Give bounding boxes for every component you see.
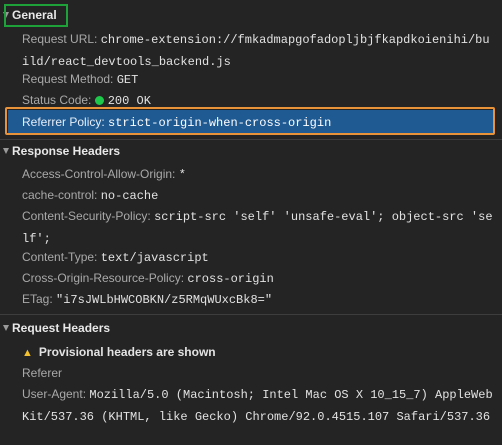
header-value[interactable]: "i7sJWLbHWCOBKN/z5RMqWUxcBk8=" <box>56 293 272 307</box>
header-key: Cross-Origin-Resource-Policy: <box>22 271 185 285</box>
response-headers-header[interactable]: Response Headers <box>3 142 120 160</box>
status-code-key: Status Code: <box>22 93 92 107</box>
header-row-etag: ETag: "i7sJWLbHWCOBKN/z5RMqWUxcBk8=" <box>22 289 496 311</box>
header-row-corp: Cross-Origin-Resource-Policy: cross-orig… <box>22 268 496 290</box>
header-key: Access-Control-Allow-Origin: <box>22 167 176 181</box>
header-key: Content-Security-Policy: <box>22 209 151 223</box>
referrer-policy-outline <box>5 107 495 135</box>
provisional-warning-row: ▲ Provisional headers are shown <box>22 342 496 364</box>
warning-icon: ▲ <box>22 347 33 359</box>
user-agent-row: User-Agent: Mozilla/5.0 (Macintosh; Inte… <box>22 384 496 428</box>
request-url-key: Request URL: <box>22 32 98 46</box>
header-value[interactable]: cross-origin <box>187 272 273 286</box>
request-method-key: Request Method: <box>22 72 114 86</box>
header-row-content-type: Content-Type: text/javascript <box>22 247 496 269</box>
section-divider <box>0 139 502 140</box>
header-row-access-control: Access-Control-Allow-Origin: * <box>22 164 496 186</box>
request-method-value[interactable]: GET <box>117 73 139 87</box>
header-key: ETag: <box>22 292 53 306</box>
collapse-triangle-icon[interactable] <box>3 148 9 154</box>
header-row-cache-control: cache-control: no-cache <box>22 185 496 207</box>
response-headers-title: Response Headers <box>12 144 121 158</box>
request-headers-title: Request Headers <box>12 321 111 335</box>
provisional-warning-text: Provisional headers are shown <box>38 345 216 359</box>
status-dot-icon <box>94 96 104 105</box>
general-title-outline <box>4 4 68 27</box>
user-agent-value[interactable]: Mozilla/5.0 (Macintosh; Intel Mac OS X 1… <box>22 388 493 424</box>
header-value[interactable]: text/javascript <box>101 251 209 265</box>
section-divider <box>0 314 502 315</box>
request-url-row: Request URL: chrome-extension://fmkadmap… <box>22 29 496 73</box>
header-row-csp: Content-Security-Policy: script-src 'sel… <box>22 206 496 250</box>
header-key: cache-control: <box>22 188 98 202</box>
status-code-value[interactable]: 200 OK <box>108 94 151 108</box>
referer-key: Referer <box>22 366 63 380</box>
user-agent-key: User-Agent: <box>22 387 87 401</box>
request-headers-header[interactable]: Request Headers <box>3 319 110 337</box>
request-method-row: Request Method: GET <box>22 69 496 91</box>
header-value[interactable]: * <box>179 168 186 182</box>
collapse-triangle-icon[interactable] <box>3 325 9 331</box>
header-value[interactable]: no-cache <box>101 189 159 203</box>
header-key: Content-Type: <box>22 250 98 264</box>
referer-row: Referer <box>22 363 496 384</box>
